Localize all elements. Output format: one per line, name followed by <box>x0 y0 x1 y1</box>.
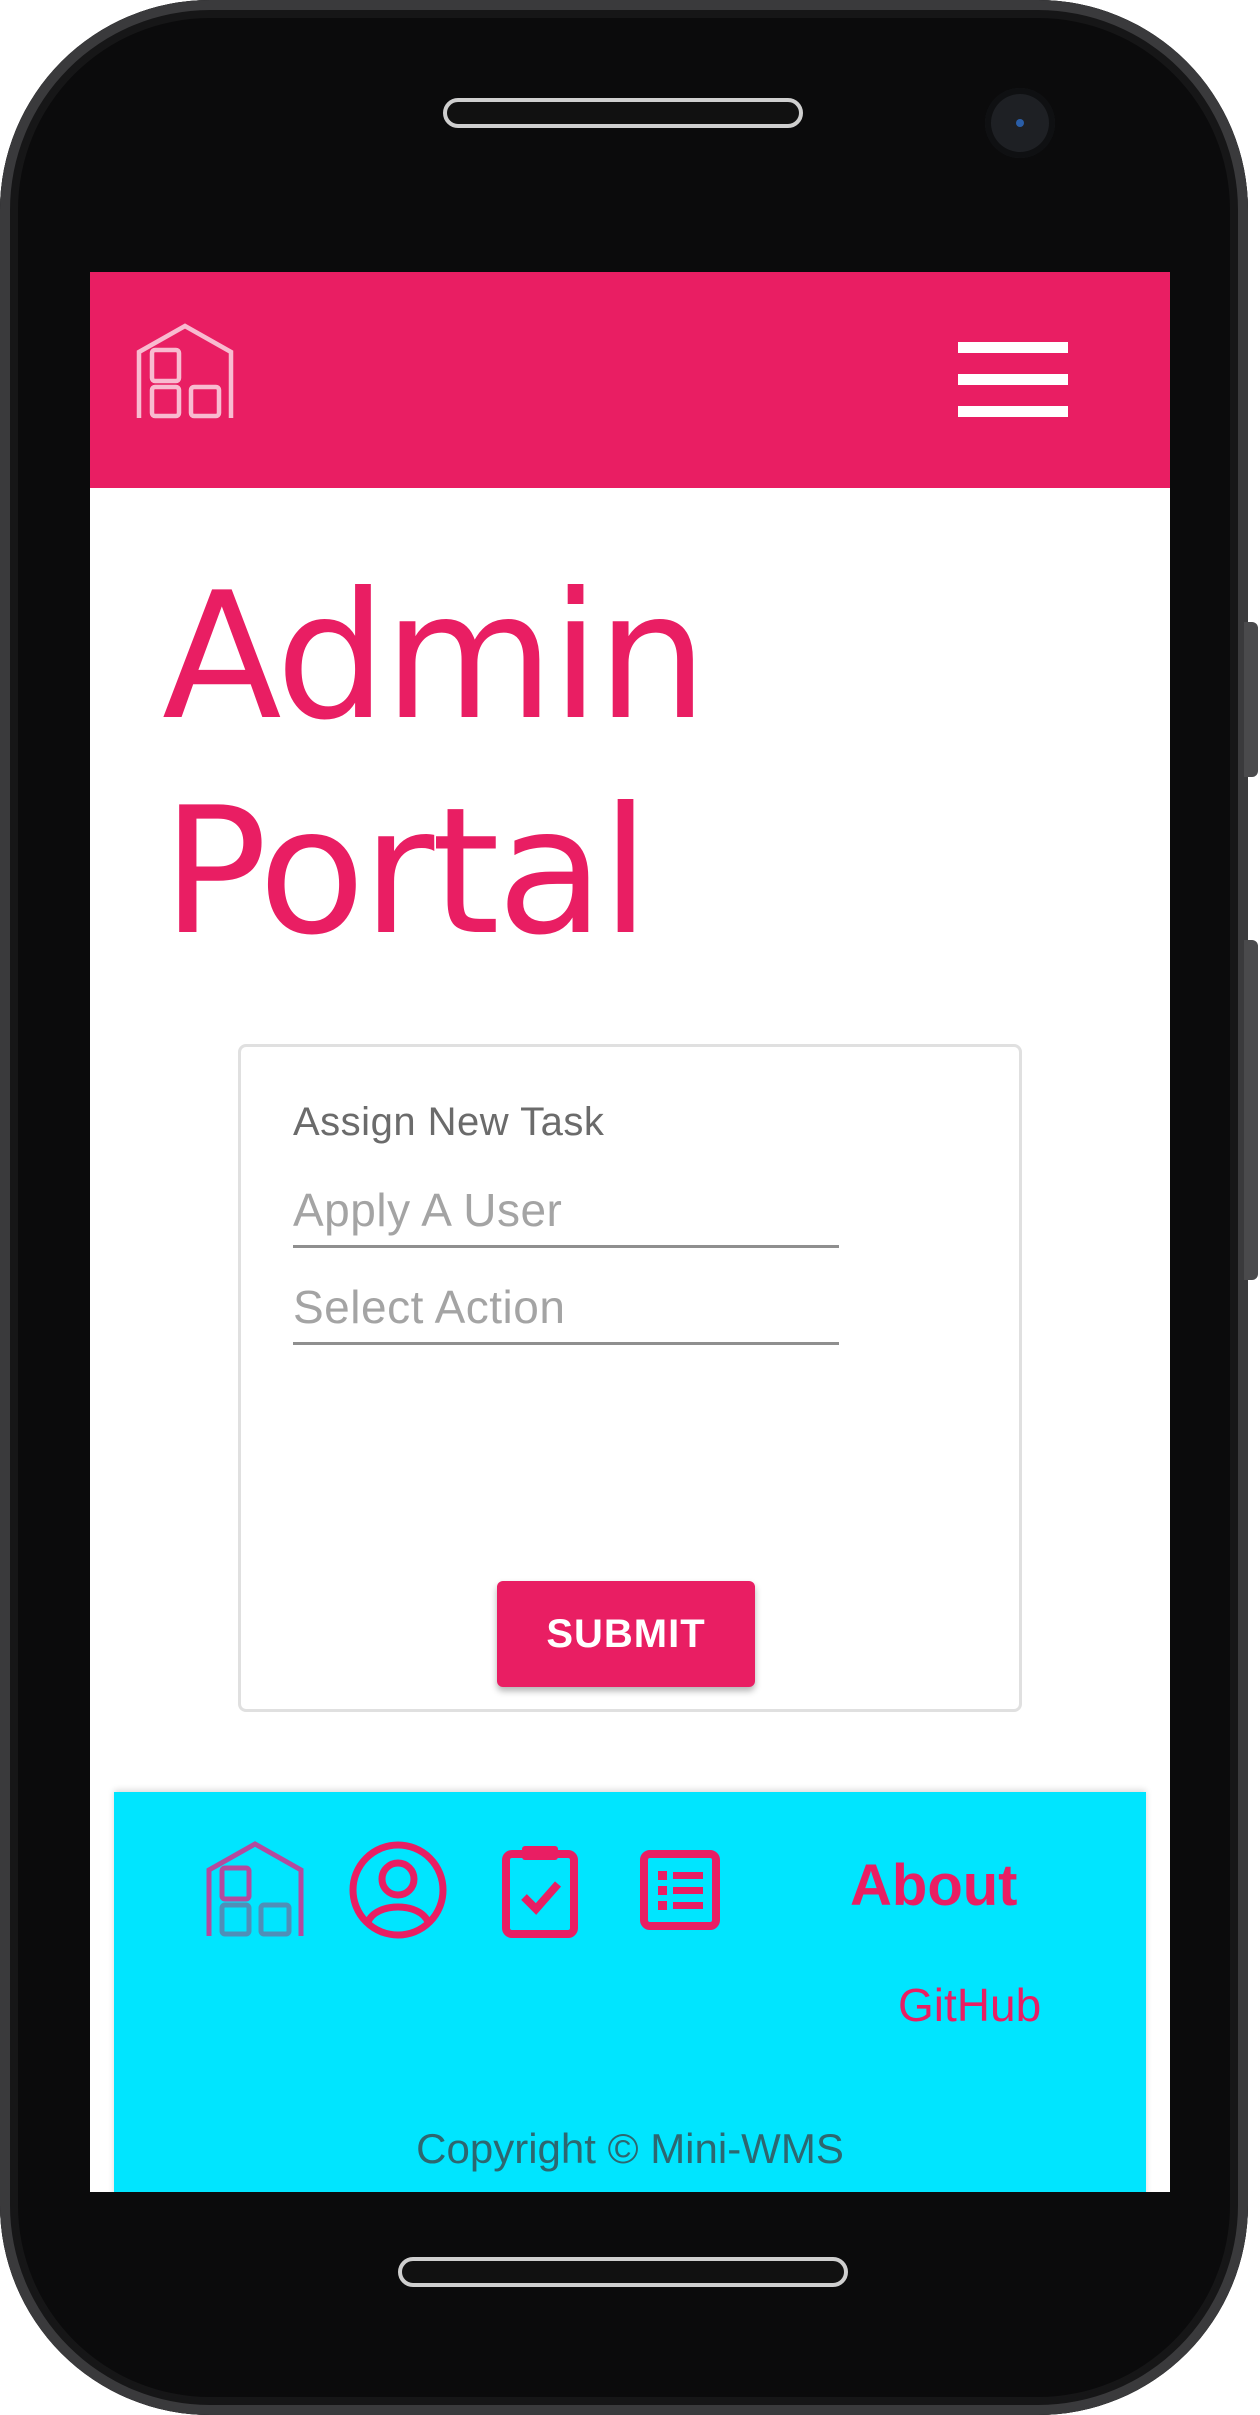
github-link[interactable]: GitHub <box>898 1978 1041 2032</box>
app-screen: Admin Portal Assign New Task Apply A Use… <box>90 272 1170 2192</box>
app-header <box>90 272 1170 488</box>
apply-user-field[interactable]: Apply A User <box>293 1175 839 1248</box>
front-camera <box>985 88 1055 158</box>
apply-user-placeholder: Apply A User <box>293 1184 563 1236</box>
select-action-field[interactable]: Select Action <box>293 1272 839 1345</box>
submit-button[interactable]: SUBMIT <box>497 1581 755 1687</box>
home-button <box>398 2257 848 2287</box>
warehouse-icon[interactable] <box>205 1840 305 1940</box>
page-title-line-2: Portal <box>162 771 650 974</box>
page-title: Admin Portal <box>162 550 1062 980</box>
copyright-text: Copyright © Mini-WMS <box>416 2125 844 2172</box>
warehouse-icon[interactable] <box>135 322 235 422</box>
assign-task-card: Assign New Task Apply A User Select Acti… <box>238 1044 1022 1712</box>
volume-button <box>1244 622 1258 777</box>
select-action-placeholder: Select Action <box>293 1281 566 1333</box>
user-profile-icon[interactable] <box>348 1840 448 1940</box>
hamburger-menu-icon[interactable] <box>958 342 1068 417</box>
page-title-line-1: Admin <box>162 556 708 759</box>
footer: About GitHub Copyright © Mini-WMS <box>114 1792 1146 2192</box>
earpiece-speaker <box>443 98 803 128</box>
about-link[interactable]: About <box>850 1852 1018 1919</box>
list-icon[interactable] <box>640 1850 720 1930</box>
card-title: Assign New Task <box>293 1100 605 1144</box>
power-button <box>1244 940 1258 1280</box>
phone-frame: Admin Portal Assign New Task Apply A Use… <box>0 0 1258 2415</box>
clipboard-check-icon[interactable] <box>500 1840 580 1940</box>
